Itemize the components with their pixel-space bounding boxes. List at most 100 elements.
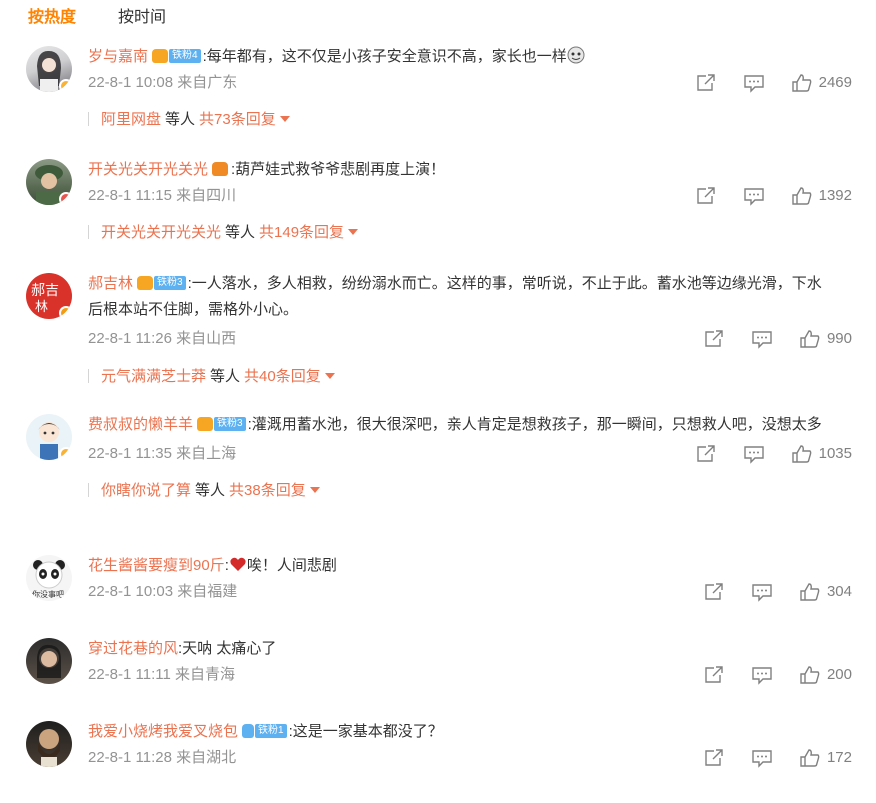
svg-text:林: 林 bbox=[35, 300, 48, 315]
avatar[interactable]: 郝吉林 bbox=[26, 273, 72, 319]
like-button[interactable]: 2469 bbox=[791, 70, 852, 96]
diamond-icon bbox=[242, 724, 255, 738]
comment-actions: 1392 bbox=[669, 183, 852, 209]
comment-actions: 990 bbox=[677, 326, 852, 352]
tab-sort-by-hot[interactable]: 按热度 bbox=[28, 3, 76, 27]
comment-item: 费叔叔的懒羊羊 铁粉3:灌溉用蓄水池，很大很深吧，亲人肯定是想救孩子，那一瞬间，只… bbox=[0, 398, 876, 543]
share-icon bbox=[705, 749, 723, 766]
comment-icon bbox=[743, 75, 764, 93]
share-icon bbox=[705, 666, 723, 683]
view-replies-link[interactable]: 共38条回复 bbox=[229, 482, 306, 499]
chevron-down-icon[interactable] bbox=[348, 229, 359, 235]
view-replies-link[interactable]: 共40条回复 bbox=[244, 368, 321, 385]
comment-text: :葫芦娃式救爷爷悲剧再度上演！ bbox=[231, 161, 446, 178]
comment-icon bbox=[743, 188, 764, 206]
share-button[interactable] bbox=[695, 444, 717, 464]
comment-meta: 22-8-1 11:35 来自上海 1035 bbox=[88, 441, 876, 467]
share-button[interactable] bbox=[703, 665, 725, 685]
comment-username[interactable]: 郝吉林 bbox=[88, 275, 133, 292]
share-button[interactable] bbox=[703, 582, 725, 602]
comment-meta: 22-8-1 11:26 来自山西 990 bbox=[88, 326, 876, 352]
share-button[interactable] bbox=[703, 748, 725, 768]
reply-button[interactable] bbox=[743, 186, 765, 206]
verified-badge-icon bbox=[59, 79, 72, 92]
like-button[interactable]: 1392 bbox=[791, 183, 852, 209]
comment-actions: 1035 bbox=[669, 441, 852, 467]
comment-meta: 22-8-1 10:08 来自广东 2469 bbox=[88, 70, 876, 96]
view-replies-link[interactable]: 共73条回复 bbox=[199, 111, 276, 128]
thumb-up-icon bbox=[800, 666, 820, 684]
comment-username[interactable]: 开关光关开光关光 bbox=[88, 161, 208, 178]
avatar[interactable] bbox=[26, 414, 72, 460]
reply-button[interactable] bbox=[743, 444, 765, 464]
comment-time-location: 22-8-1 11:28 来自湖北 bbox=[88, 749, 237, 766]
thumb-up-icon bbox=[800, 583, 820, 601]
share-button[interactable] bbox=[695, 186, 717, 206]
crown-icon bbox=[137, 276, 154, 290]
view-replies-link[interactable]: 共149条回复 bbox=[259, 224, 344, 241]
svg-text:郝吉: 郝吉 bbox=[31, 283, 59, 299]
chevron-down-icon[interactable] bbox=[324, 373, 335, 379]
comment-icon bbox=[752, 584, 772, 602]
comment-username[interactable]: 穿过花巷的风 bbox=[88, 640, 178, 657]
avatar[interactable] bbox=[26, 721, 72, 767]
comment-username[interactable]: 花生酱酱要瘦到90斤 bbox=[88, 557, 225, 574]
comment-text: :灌溉用蓄水池，很大很深吧，亲人肯定是想救孩子，那一瞬间，只想救人吧，没想太多 bbox=[247, 416, 822, 433]
avatar-portrait-icon bbox=[37, 644, 61, 678]
reply-button[interactable] bbox=[751, 665, 773, 685]
like-count: 304 bbox=[826, 583, 852, 600]
share-icon bbox=[696, 74, 715, 91]
comment-actions: 172 bbox=[677, 745, 852, 771]
avatar[interactable] bbox=[26, 638, 72, 684]
reply-button[interactable] bbox=[751, 748, 773, 768]
share-icon bbox=[705, 583, 723, 600]
share-icon bbox=[696, 445, 715, 462]
reply-username[interactable]: 开关光关开光关光 bbox=[101, 224, 221, 241]
comment-item: 郝吉林 郝吉林 铁粉3:一人落水，多人相救，纷纷溺水而亡。这样的事，常听说，不止于… bbox=[0, 257, 876, 398]
like-count: 1035 bbox=[818, 445, 852, 462]
chevron-down-icon[interactable] bbox=[279, 116, 290, 122]
divider bbox=[88, 483, 89, 497]
comment-username[interactable]: 岁与嘉南 bbox=[88, 48, 148, 65]
reply-username[interactable]: 你瞎你说了算 bbox=[101, 482, 191, 499]
like-button[interactable]: 172 bbox=[799, 745, 852, 771]
reply-username[interactable]: 阿里网盘 bbox=[101, 111, 161, 128]
share-icon bbox=[696, 187, 715, 204]
avatar[interactable]: 你没事吧 bbox=[26, 555, 72, 601]
like-button[interactable]: 200 bbox=[799, 662, 852, 688]
comment-time-location: 22-8-1 11:11 来自青海 bbox=[88, 666, 236, 683]
doge-emoji-icon bbox=[567, 46, 585, 64]
like-button[interactable]: 990 bbox=[799, 326, 852, 352]
thumb-up-icon bbox=[791, 74, 811, 92]
avatar[interactable] bbox=[26, 46, 72, 92]
comment-username[interactable]: 费叔叔的懒羊羊 bbox=[88, 416, 193, 433]
verified-badge-icon bbox=[59, 192, 72, 205]
verified-badge-icon bbox=[59, 306, 72, 319]
like-count: 2469 bbox=[818, 74, 852, 91]
heart-emoji-icon bbox=[229, 555, 247, 573]
avatar[interactable] bbox=[26, 159, 72, 205]
reply-username[interactable]: 元气满满芝士莽 bbox=[101, 368, 206, 385]
comment-text: :天呐 太痛心了 bbox=[178, 640, 277, 657]
comment-username[interactable]: 我爱小烧烤我爱叉烧包 bbox=[88, 723, 238, 740]
chevron-down-icon[interactable] bbox=[309, 487, 320, 493]
comment-meta: 22-8-1 11:15 来自四川 1392 bbox=[88, 183, 876, 209]
replies-summary: 阿里网盘 等人 共73条回复 bbox=[88, 106, 876, 134]
crown-icon bbox=[212, 162, 229, 176]
thumb-up-icon bbox=[800, 330, 820, 348]
comment-time-location: 22-8-1 11:26 来自山西 bbox=[88, 330, 237, 347]
reply-button[interactable] bbox=[751, 329, 773, 349]
fan-badge bbox=[212, 161, 229, 177]
share-button[interactable] bbox=[703, 329, 725, 349]
like-button[interactable]: 304 bbox=[799, 579, 852, 605]
like-count: 172 bbox=[826, 749, 852, 766]
like-button[interactable]: 1035 bbox=[791, 441, 852, 467]
comment-meta: 22-8-1 11:28 来自湖北 172 bbox=[88, 745, 876, 771]
comment-actions: 304 bbox=[677, 579, 852, 605]
reply-button[interactable] bbox=[751, 582, 773, 602]
reply-button[interactable] bbox=[743, 73, 765, 93]
share-button[interactable] bbox=[695, 73, 717, 93]
comment-item: 我爱小烧烤我爱叉烧包 铁粉1:这是一家基本都没了？ 22-8-1 11:28 来自… bbox=[0, 713, 876, 803]
tab-sort-by-time[interactable]: 按时间 bbox=[118, 3, 166, 27]
comment-actions: 200 bbox=[677, 662, 852, 688]
